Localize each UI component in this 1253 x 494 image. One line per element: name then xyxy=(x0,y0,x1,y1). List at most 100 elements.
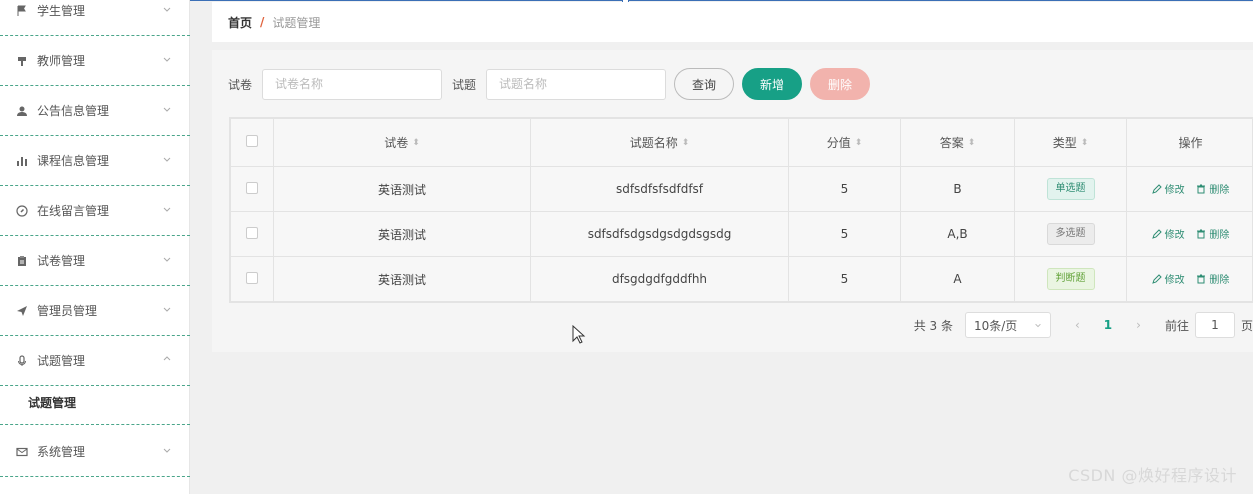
page-size-value: 10条/页 xyxy=(973,318,1018,333)
chevron-down-icon xyxy=(162,253,172,263)
chevron-down-icon xyxy=(162,153,172,163)
sort-icon[interactable]: ⬍ xyxy=(412,139,420,148)
sidebar-item-label: 管理员管理 xyxy=(37,304,98,318)
breadcrumb-current: 试题管理 xyxy=(272,15,321,30)
sidebar-item-label: 系统管理 xyxy=(37,445,86,459)
mail-icon xyxy=(15,445,29,459)
goto-label: 前往 xyxy=(1164,318,1189,333)
type-tag: 多选题 xyxy=(1046,223,1095,245)
sort-icon[interactable]: ⬍ xyxy=(855,139,863,148)
type-cell: 多选题 xyxy=(1014,211,1127,257)
column-header-actions: 操作 xyxy=(1126,118,1253,167)
sort-icon[interactable]: ⬍ xyxy=(1081,139,1089,148)
row-select-cell[interactable] xyxy=(230,256,274,302)
sidebar-subitem-questions[interactable]: 试题管理 xyxy=(0,381,190,425)
type-cell: 判断题 xyxy=(1014,256,1127,302)
paper-cell: 英语测试 xyxy=(273,256,531,302)
column-header-paper[interactable]: 试卷 ⬍ xyxy=(273,118,531,167)
table-row: 英语测试 sdfsdfsfsdfdfsf 5 B 单选题 修改 删除 xyxy=(230,166,1253,212)
user-icon xyxy=(15,104,29,118)
row-delete-button[interactable]: 删除 xyxy=(1196,271,1229,286)
table-row: 英语测试 sdfsdfsdgsdgsdgdsgsdg 5 A,B 多选题 修改 … xyxy=(230,211,1253,257)
column-header-score[interactable]: 分值 ⬍ xyxy=(788,118,901,167)
sidebar-item-system[interactable]: 系统管理 xyxy=(0,427,190,477)
total-count: 共 3 条 xyxy=(913,318,953,333)
page-suffix: 页 xyxy=(1240,318,1253,333)
breadcrumb-home[interactable]: 首页 xyxy=(228,14,252,31)
answer-cell: A xyxy=(900,256,1015,302)
question-name-input[interactable] xyxy=(486,68,667,100)
column-header-answer[interactable]: 答案 ⬍ xyxy=(900,118,1015,167)
select-all-checkbox[interactable] xyxy=(246,135,258,147)
score-cell: 5 xyxy=(788,211,901,257)
edit-label: 修改 xyxy=(1164,230,1185,242)
answer-cell: A,B xyxy=(900,211,1015,257)
chevron-down-icon xyxy=(162,303,172,313)
row-checkbox[interactable] xyxy=(246,271,258,284)
page-size-select[interactable]: 10条/页 xyxy=(964,312,1051,338)
row-checkbox[interactable] xyxy=(246,181,258,194)
column-header-label: 类型 xyxy=(1052,136,1077,150)
table-header-row: 试卷 ⬍ 试题名称 ⬍ 分值 ⬍ 答案 ⬍ 类型 ⬍ 操作 xyxy=(230,118,1253,167)
row-select-cell[interactable] xyxy=(230,166,274,212)
paper-cell: 英语测试 xyxy=(273,166,531,212)
add-button[interactable]: 新增 xyxy=(742,68,803,100)
bar-chart-icon xyxy=(15,154,29,168)
sidebar-item-papers[interactable]: 试卷管理 xyxy=(0,236,190,286)
sidebar-item-messages[interactable]: 在线留言管理 xyxy=(0,186,190,236)
flag-icon xyxy=(15,4,29,18)
edit-icon xyxy=(1151,274,1162,284)
sidebar-item-questions[interactable]: 试题管理 xyxy=(0,336,190,386)
delete-button[interactable]: 删除 xyxy=(810,68,871,100)
questions-table: 试卷 ⬍ 试题名称 ⬍ 分值 ⬍ 答案 ⬍ 类型 ⬍ 操作 英语测试 sdfsdfsfsd… xyxy=(229,117,1253,303)
type-tag: 判断题 xyxy=(1046,268,1095,290)
podium-icon xyxy=(15,54,29,68)
watermark: CSDN @焕好程序设计 xyxy=(1068,466,1237,485)
sidebar-item-label: 课程信息管理 xyxy=(37,154,110,168)
column-header-name[interactable]: 试题名称 ⬍ xyxy=(530,118,789,167)
sort-icon[interactable]: ⬍ xyxy=(968,139,976,148)
actions-cell: 修改 删除 xyxy=(1126,211,1253,257)
row-checkbox[interactable] xyxy=(246,226,258,239)
edit-button[interactable]: 修改 xyxy=(1151,181,1185,196)
sidebar-item-students[interactable]: 学生管理 xyxy=(0,0,190,36)
sidebar: 学生管理 教师管理 公告信息管理 课程信息管理 在线留言管理 试卷管理 管理员管… xyxy=(0,0,190,494)
goto-page-input[interactable]: 1 xyxy=(1194,312,1235,338)
next-page-button[interactable]: › xyxy=(1136,318,1141,332)
pagination: 共 3 条 10条/页 ‹ 1 › 前往 1 页 xyxy=(914,312,1253,338)
sidebar-item-admins[interactable]: 管理员管理 xyxy=(0,286,190,336)
question-label: 试题 xyxy=(452,77,477,92)
sidebar-item-announcements[interactable]: 公告信息管理 xyxy=(0,86,190,136)
column-header-type[interactable]: 类型 ⬍ xyxy=(1014,118,1127,167)
type-tag: 单选题 xyxy=(1046,178,1095,200)
compass-icon xyxy=(15,204,29,218)
edit-icon xyxy=(1151,229,1162,239)
sidebar-item-courses[interactable]: 课程信息管理 xyxy=(0,136,190,186)
query-button[interactable]: 查询 xyxy=(674,68,735,100)
trash-icon xyxy=(1197,184,1206,194)
row-delete-button[interactable]: 删除 xyxy=(1196,181,1229,196)
sidebar-subitem-label: 试题管理 xyxy=(28,396,77,410)
sidebar-item-label: 试卷管理 xyxy=(37,254,86,268)
chevron-up-icon xyxy=(162,353,172,363)
page-number-current[interactable]: 1 xyxy=(1104,318,1112,332)
question-name-cell: sdfsdfsfsdfdfsf xyxy=(530,166,789,212)
sidebar-item-label: 试题管理 xyxy=(37,354,86,368)
row-delete-button[interactable]: 删除 xyxy=(1196,226,1229,241)
edit-button[interactable]: 修改 xyxy=(1151,271,1185,286)
edit-button[interactable]: 修改 xyxy=(1151,226,1185,242)
actions-cell: 修改 删除 xyxy=(1126,256,1253,302)
send-icon xyxy=(15,304,29,318)
select-all-cell[interactable] xyxy=(230,118,274,167)
trash-icon xyxy=(1197,274,1206,284)
breadcrumb-separator: / xyxy=(260,15,265,29)
row-select-cell[interactable] xyxy=(230,211,274,257)
goto-page-value: 1 xyxy=(1211,318,1219,332)
sidebar-item-teachers[interactable]: 教师管理 xyxy=(0,36,190,86)
prev-page-button[interactable]: ‹ xyxy=(1075,318,1080,332)
chevron-down-icon xyxy=(162,203,172,213)
sort-icon[interactable]: ⬍ xyxy=(682,139,690,148)
paper-name-input[interactable] xyxy=(262,68,443,100)
sidebar-item-label: 教师管理 xyxy=(37,54,86,68)
sidebar-item-label: 公告信息管理 xyxy=(37,104,110,118)
